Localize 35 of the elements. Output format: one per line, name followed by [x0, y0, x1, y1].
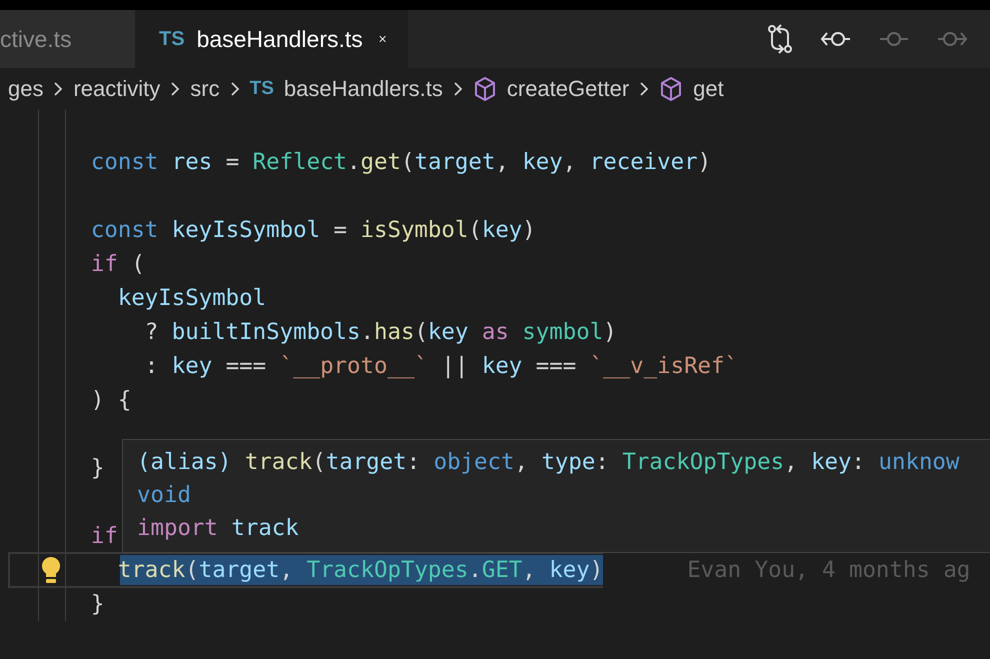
ts-label: TS: [250, 78, 274, 100]
breadcrumb-item[interactable]: ges: [8, 76, 44, 102]
code-line: : key === `__proto__` || key === `__v_isRef`: [144, 352, 738, 381]
code-line: if (: [90, 250, 145, 279]
breadcrumb-item[interactable]: reactivity: [73, 76, 160, 102]
code-line: if: [90, 522, 118, 551]
chevron-icon: [452, 81, 463, 97]
chevron-icon: [170, 81, 180, 97]
code-line: ? builtInSymbols.has(key as symbol): [144, 318, 617, 347]
signature-text: void: [137, 481, 192, 510]
breadcrumb-item[interactable]: get: [693, 76, 724, 102]
signature-text: (alias) track(target: object, type: TrackOpTypes, key: unknow: [137, 448, 960, 477]
chevron-icon: [639, 81, 650, 97]
signature-text: import track: [137, 514, 300, 543]
editor-tab[interactable]: TS baseHandlers.ts: [135, 10, 408, 68]
breadcrumb-item[interactable]: baseHandlers.ts: [284, 76, 443, 102]
breadcrumb-item[interactable]: src: [190, 76, 220, 102]
cube-icon: [472, 76, 497, 102]
tab-label: ctive.ts: [0, 26, 72, 52]
code-line: ) {: [90, 386, 132, 415]
chevron-icon: [230, 81, 240, 97]
cube-icon: [659, 76, 684, 102]
breadcrumb-item[interactable]: createGetter: [506, 76, 630, 102]
chevron-icon: [53, 81, 64, 97]
git-blame-annotation: Evan You, 4 months ag: [687, 557, 970, 583]
code-line: }: [90, 590, 104, 619]
editor-tab[interactable]: ctive.ts: [0, 10, 135, 68]
code-line: }: [90, 454, 104, 483]
code-line: keyIsSymbol: [116, 284, 266, 313]
lightbulb-icon[interactable]: [40, 556, 62, 584]
code-line: const keyIsSymbol = isSymbol(key): [90, 216, 536, 245]
tab-label: baseHandlers.ts: [196, 26, 363, 52]
compare-changes-icon[interactable]: [766, 24, 794, 54]
ts-label: TS: [159, 28, 185, 50]
code-line: const res = Reflect.get(target, key, receiver): [90, 148, 712, 177]
